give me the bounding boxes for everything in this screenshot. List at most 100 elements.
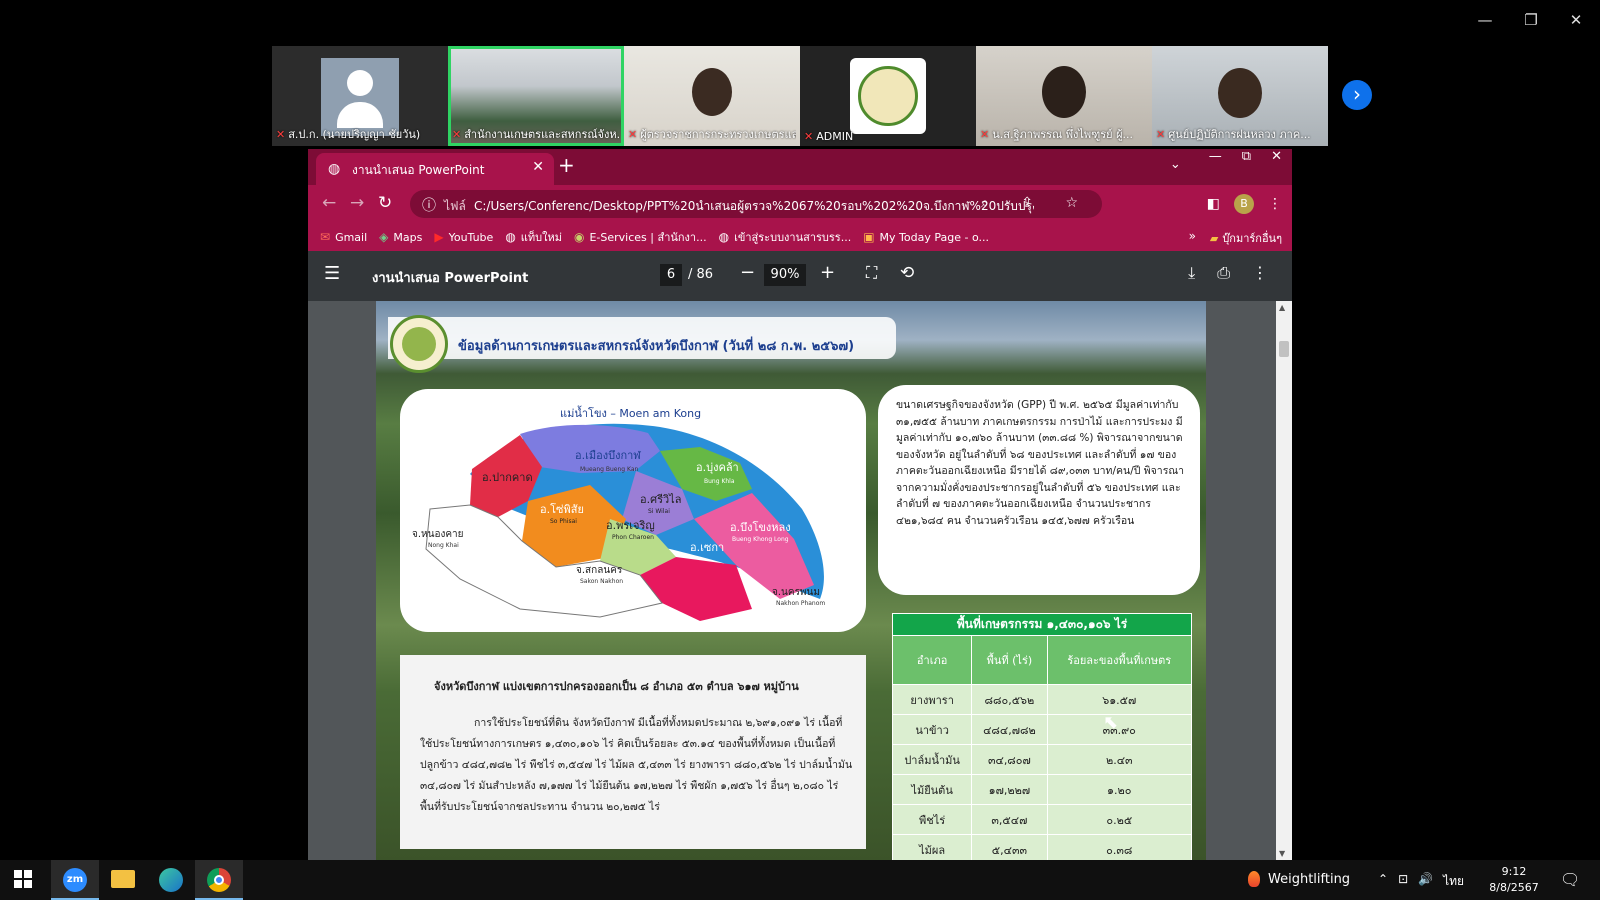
participant-video (1218, 68, 1262, 118)
play-icon: ▶ (434, 230, 444, 244)
scroll-up-icon[interactable]: ▲ (1279, 303, 1285, 312)
globe-icon: ◍ (328, 161, 341, 177)
bookmark-e-services[interactable]: ◉ E-Services | สำนักงา... (574, 228, 707, 246)
folder-icon (111, 870, 135, 888)
taskbar-chrome[interactable] (195, 860, 243, 900)
taskbar-zoom[interactable]: zm (51, 860, 99, 900)
district-label: อ.โซ่พิสัย (540, 502, 584, 516)
zoom-level-input[interactable]: 90% (764, 264, 806, 286)
notification-icon[interactable]: 🗨 (1560, 870, 1580, 889)
new-tab-button[interactable]: + (558, 153, 575, 177)
browser-restore-button[interactable]: ⧉ (1232, 149, 1261, 185)
district-label-en: So Phisai (550, 518, 577, 525)
bookmarks-overflow-icon[interactable]: » (1189, 229, 1196, 243)
bookmark-new-tab[interactable]: ◍ แท็บใหม่ (505, 228, 562, 246)
chevron-up-icon[interactable]: ⌃ (1378, 872, 1388, 891)
fit-page-icon[interactable]: ⛶ (866, 263, 877, 283)
participant-tile[interactable]: ✕ ผู้ตรวจราชการกระทรวงเกษตรแล... (624, 46, 800, 146)
table-row: ปาล์มน้ำมัน ๓๔,๘๐๗ ๒.๔๓ (891, 744, 1193, 775)
clock-time: 9:12 (1501, 865, 1527, 878)
participant-video (1042, 66, 1086, 118)
participant-tile[interactable]: ✕ ส.ป.ก. (นายปริญญา ชัยวัน) (272, 46, 448, 146)
table-header: อำเภอ (891, 635, 973, 685)
other-bookmarks-folder[interactable]: ▰ บุ๊กมาร์กอื่นๆ (1210, 229, 1282, 247)
more-vertical-icon[interactable]: ⋮ (1252, 263, 1268, 283)
close-icon[interactable]: ✕ (532, 159, 544, 175)
address-bar[interactable]: ⓘ ไฟล์ C:/Users/Conferenc/Desktop/PPT%20… (410, 190, 1102, 218)
zoom-out-button[interactable]: − (740, 262, 755, 283)
pdf-viewport[interactable]: ข้อมูลด้านการเกษตรและสหกรณ์จังหวัดบึงกาฬ… (308, 301, 1292, 860)
address-bar-actions-icon[interactable]: ⌕ ⇪ ☆ (981, 195, 1092, 211)
widget-news[interactable]: Weightlifting (1248, 871, 1350, 887)
page-total: / 86 (688, 267, 714, 282)
bookmark-my-today-page[interactable]: ▣ My Today Page - o... (863, 230, 989, 244)
side-panel-icon[interactable]: ◧ (1207, 196, 1220, 212)
browser-minimize-button[interactable]: — (1199, 149, 1232, 185)
district-label-en: Mueang Bueng Kan (580, 466, 639, 473)
volume-icon[interactable]: 🔊 (1418, 872, 1433, 891)
district-label: อ.บึงโขงหลง (730, 520, 791, 534)
map-svg: แม่น้ำโขง – Moen am Kong อ.เมืองบึงกาฬ M… (412, 405, 825, 621)
bookmark-maps[interactable]: ◈ Maps (379, 230, 422, 244)
bookmark-gmail[interactable]: ✉ Gmail (320, 230, 367, 244)
table-header: ร้อยละของพื้นที่เกษตร (1046, 635, 1193, 685)
menu-icon[interactable]: ☰ (324, 263, 340, 284)
browser-tab[interactable]: ◍ งานนำเสนอ PowerPoint ✕ (316, 153, 554, 185)
table-row: ยางพารา ๘๘๐,๕๖๒ ๖๑.๕๗ (891, 684, 1193, 715)
neighbor-label-en: Nong Khai (428, 542, 459, 549)
tab-search-icon[interactable]: ⌄ (1160, 157, 1191, 185)
scroll-down-icon[interactable]: ▼ (1279, 849, 1285, 858)
neighbor-label: จ.นครพนม (772, 587, 820, 598)
window-close-button[interactable]: ✕ (1559, 8, 1593, 32)
window-restore-button[interactable]: ❐ (1514, 8, 1548, 32)
rotate-icon[interactable]: ⟲ (900, 263, 914, 283)
participant-tile-active-speaker[interactable]: ✕ สำนักงานเกษตรและสหกรณ์จังห... (448, 46, 624, 146)
forward-arrow-icon[interactable]: → (350, 193, 364, 213)
browser-close-button[interactable]: ✕ (1261, 149, 1292, 185)
back-arrow-icon[interactable]: ← (322, 193, 336, 213)
reload-icon[interactable]: ↻ (378, 193, 392, 213)
ministry-seal-icon (390, 315, 448, 373)
bookmark-saraban[interactable]: ◍ เข้าสู่ระบบงานสารบรร... (719, 228, 852, 246)
system-clock[interactable]: 9:12 8/8/2567 (1482, 864, 1546, 896)
participant-video (692, 68, 732, 116)
clock-date: 8/8/2567 (1489, 881, 1539, 894)
taskbar-edge[interactable] (147, 860, 195, 900)
mic-muted-icon: ✕ (804, 130, 814, 143)
url-text[interactable]: C:/Users/Conferenc/Desktop/PPT%20นำเสนอผ… (474, 197, 1034, 216)
vertical-scrollbar[interactable]: ▲ ▼ (1276, 301, 1292, 860)
participant-name: สำนักงานเกษตรและสหกรณ์จังห... (464, 128, 620, 141)
url-scheme-label: ไฟล์ (444, 199, 466, 213)
agency-icon: ◉ (574, 230, 585, 244)
participant-tile[interactable]: ✕ ศูนย์ปฏิบัติการฝนหลวง ภาค... (1152, 46, 1328, 146)
window-minimize-button[interactable]: — (1468, 8, 1502, 32)
neighbor-label: จ.สกลนคร (576, 565, 623, 576)
province-map: แม่น้ำโขง – Moen am Kong อ.เมืองบึงกาฬ M… (400, 389, 866, 632)
participant-tile[interactable]: ✕ ADMIN (800, 46, 976, 146)
taskbar: zm Weightlifting ⌃ ⊡ 🔊 ไทย 9:12 8/8/2567… (0, 860, 1600, 900)
edge-icon (159, 868, 183, 892)
system-tray: ⌃ ⊡ 🔊 ไทย (1378, 872, 1464, 891)
profile-avatar[interactable]: B (1234, 194, 1254, 214)
network-icon[interactable]: ⊡ (1398, 872, 1408, 891)
neighbor-label: จ.หนองคาย (412, 529, 464, 540)
windows-start-icon[interactable] (14, 870, 32, 888)
download-icon[interactable]: ⤓ (1188, 263, 1195, 283)
page-number-input[interactable]: 6 (660, 264, 682, 286)
district-label-en: Phon Charoen (612, 534, 654, 541)
print-icon[interactable]: ⎙ (1217, 263, 1230, 283)
more-vertical-icon[interactable]: ⋮ (1268, 196, 1282, 212)
participant-tile[interactable]: ✕ น.ส.ฐิภาพรรณ พึ่งไพฑูรย์ ผู้... (976, 46, 1152, 146)
chevron-right-icon[interactable]: › (1342, 80, 1372, 110)
taskbar-file-explorer[interactable] (99, 860, 147, 900)
globe-icon: ◍ (505, 230, 516, 244)
district-label: อ.เซกา (690, 541, 724, 554)
info-icon[interactable]: ⓘ (422, 195, 436, 215)
district-label-en: Bueng Khong Long (732, 536, 789, 543)
bookmark-youtube[interactable]: ▶ YouTube (434, 230, 493, 244)
pdf-toolbar: ☰ งานนำเสนอ PowerPoint 6 / 86 − 90% + ⛶ … (308, 251, 1292, 301)
language-indicator[interactable]: ไทย (1443, 872, 1464, 891)
scroll-thumb[interactable] (1279, 341, 1289, 357)
page-icon: ▣ (863, 230, 875, 244)
zoom-in-button[interactable]: + (820, 262, 835, 283)
